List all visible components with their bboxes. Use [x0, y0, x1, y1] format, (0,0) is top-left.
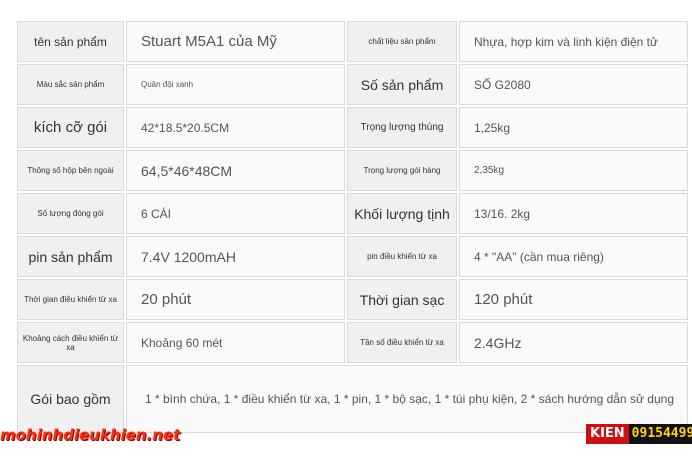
spec-value-product-battery: 7.4V 1200mAH: [126, 236, 345, 277]
spec-label-package-size: kích cỡ gói: [17, 107, 124, 148]
spec-value-package-weight: 2,35kg: [459, 150, 688, 191]
spec-label-remote-battery: pin điều khiển từ xa: [347, 236, 457, 277]
spec-label-package-weight: Trọng lượng gói hàng: [347, 150, 457, 191]
spec-value-remote-time: 20 phút: [126, 279, 345, 320]
spec-label-product-battery: pin sản phẩm: [17, 236, 124, 277]
spec-label-net-weight: Khối lượng tịnh: [347, 193, 457, 234]
spec-value-charge-time: 120 phút: [459, 279, 688, 320]
spec-value-box-weight: 1,25kg: [459, 107, 688, 148]
spec-label-remote-time: Thời gian điều khiển từ xa: [17, 279, 124, 320]
spec-value-package-contents: 1 * bình chứa, 1 * điều khiển từ xa, 1 *…: [126, 365, 688, 433]
brand-label: KIEN RC: [586, 424, 629, 461]
spec-value-outer-box: 64,5*46*48CM: [126, 150, 345, 191]
spec-label-remote-frequency: Tần số điều khiển từ xa: [347, 322, 457, 363]
spec-value-remote-distance: Khoảng 60 mét: [126, 322, 345, 363]
spec-label-remote-distance: Khoảng cách điều khiển từ xa: [17, 322, 124, 363]
spec-value-net-weight: 13/16. 2kg: [459, 193, 688, 234]
product-spec-table: tên sản phẩm Stuart M5A1 của Mỹ chất liệ…: [17, 21, 688, 433]
phone-number: 0915449944: [628, 424, 692, 444]
spec-label-package-contents: Gói bao gồm: [17, 365, 124, 433]
spec-label-box-weight: Trọng lượng thùng: [347, 107, 457, 148]
spec-value-remote-battery: 4 * "AA" (cần mua riêng): [459, 236, 688, 277]
spec-label-outer-box: Thông số hộp bên ngoài: [17, 150, 124, 191]
spec-label-charge-time: Thời gian sạc: [347, 279, 457, 320]
spec-label-color: Màu sắc sản phẩm: [17, 64, 124, 105]
spec-value-product-name: Stuart M5A1 của Mỹ: [126, 21, 345, 62]
brand-phone-badge: KIEN RC 0915449944: [586, 424, 692, 461]
spec-label-product-number: Số sản phẩm: [347, 64, 457, 105]
spec-label-pack-quantity: Số lượng đóng gói: [17, 193, 124, 234]
spec-value-material: Nhựa, hợp kim và linh kiện điện tử: [459, 21, 688, 62]
spec-label-material: chất liệu sản phẩm: [347, 21, 457, 62]
spec-value-pack-quantity: 6 CÁI: [126, 193, 345, 234]
spec-label-product-name: tên sản phẩm: [17, 21, 124, 62]
site-watermark: mohinhdieukhien.net: [0, 426, 181, 444]
spec-value-package-size: 42*18.5*20.5CM: [126, 107, 345, 148]
spec-value-color: Quân đội xanh: [126, 64, 345, 105]
spec-value-product-number: SỐ G2080: [459, 64, 688, 105]
spec-value-remote-frequency: 2.4GHz: [459, 322, 688, 363]
